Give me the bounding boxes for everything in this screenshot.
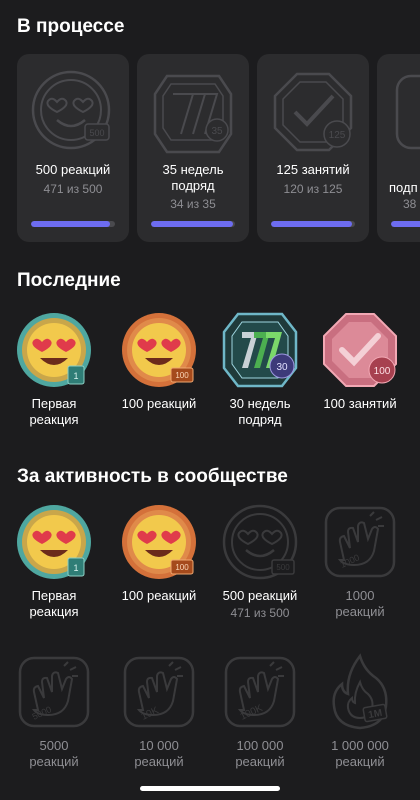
badge-progress-text: 471 из 500: [230, 606, 290, 620]
seven-weeks-outline-icon: 35: [153, 74, 233, 154]
emoji-heart-eyes-bronze-icon: 100: [122, 313, 196, 387]
progress-bar: [31, 221, 115, 227]
progress-card-125-sessions[interactable]: 125 125 занятий 120 из 125: [257, 54, 369, 242]
checkmark-outline-icon: 125: [273, 72, 353, 152]
progress-card-title: 125 занятий: [276, 162, 350, 177]
badge-label: 1 000 000 реакций: [331, 738, 389, 769]
section-title-in-progress: В процессе: [17, 16, 125, 37]
badge-label: 100 занятий: [323, 396, 397, 411]
progress-bar-fill: [31, 221, 111, 227]
partial-badge-icon: [395, 74, 420, 150]
progress-bar-fill: [271, 221, 352, 227]
badge-label: 30 недель подряд: [229, 396, 291, 427]
clapping-hands-outline-icon: 10K: [123, 656, 195, 728]
progress-bar: [391, 221, 420, 227]
community-badge-1000000-reactions[interactable]: 1M 1 000 000 реакций: [310, 652, 410, 770]
progress-card-title: 35 недель подряд: [162, 162, 224, 193]
badge-label: Первая реакция: [29, 396, 79, 427]
progress-card-count: 120 из 125: [283, 182, 343, 196]
community-badge-100-reactions[interactable]: 100 100 реакций: [109, 502, 209, 604]
progress-bar-fill: [151, 221, 233, 227]
seven-green-icon: 30: [222, 312, 298, 388]
emoji-heart-eyes-outline-icon: 500: [222, 504, 298, 580]
community-badge-1000-reactions[interactable]: 1000 1000 реакций: [310, 502, 410, 620]
emoji-heart-eyes-teal-icon: 1: [17, 505, 91, 579]
emoji-heart-eyes-bronze-icon: 100: [122, 505, 196, 579]
badge-tag: 500: [89, 128, 104, 138]
badge-tag: 35: [211, 126, 223, 137]
progress-card-count: 34 из 35: [170, 197, 216, 211]
badge-label: 100 000 реакций: [235, 738, 285, 769]
badge-label: 500 реакций: [222, 588, 298, 603]
badge-tag: 30: [276, 362, 288, 373]
progress-card-partial[interactable]: подп 38: [377, 54, 420, 242]
badge-tag: 1: [73, 371, 78, 381]
badge-tag: 100: [175, 371, 189, 380]
clapping-hands-outline-icon: 5000: [18, 656, 90, 728]
section-title-recent: Последние: [17, 270, 121, 291]
community-badge-500-reactions[interactable]: 500 500 реакций 471 из 500: [210, 502, 310, 620]
progress-card-35-weeks[interactable]: 35 35 недель подряд 34 из 35: [137, 54, 249, 242]
progress-card-count: 471 из 500: [43, 182, 103, 196]
emoji-heart-eyes-outline-icon: 500: [31, 70, 111, 150]
section-title-community: За активность в сообществе: [17, 466, 288, 487]
progress-card-count: 38: [403, 197, 417, 211]
community-badge-5000-reactions[interactable]: 5000 5000 реакций: [4, 652, 104, 770]
clapping-hands-outline-icon: 1000: [324, 506, 396, 578]
progress-card-title: подп: [389, 180, 418, 195]
emoji-heart-eyes-teal-icon: 1: [17, 313, 91, 387]
in-progress-carousel[interactable]: 500 500 реакций 471 из 500 35 35 недель …: [17, 54, 420, 244]
recent-badge-100-reactions[interactable]: 100 100 реакций: [109, 310, 209, 412]
badge-label: Первая реакция: [29, 588, 79, 619]
checkmark-pink-icon: 100: [323, 313, 397, 387]
badge-label: 5000 реакций: [29, 738, 79, 769]
badge-tag: 1: [73, 563, 78, 573]
progress-card-500-reactions[interactable]: 500 500 реакций 471 из 500: [17, 54, 129, 242]
progress-card-title: 500 реакций: [35, 162, 111, 177]
badge-label: 1000 реакций: [335, 588, 385, 619]
badge-label: 100 реакций: [121, 396, 197, 411]
recent-badge-100-sessions[interactable]: 100 100 занятий: [310, 310, 410, 412]
badge-tag: 125: [329, 130, 346, 141]
badge-tag: 5000: [31, 704, 53, 722]
clapping-hands-outline-icon: 100K: [224, 656, 296, 728]
community-badge-first-reaction[interactable]: 1 Первая реакция: [4, 502, 104, 620]
community-badge-10000-reactions[interactable]: 10K 10 000 реакций: [109, 652, 209, 770]
recent-badge-first-reaction[interactable]: 1 Первая реакция: [4, 310, 104, 428]
badge-tag: 100: [175, 563, 189, 572]
badge-label: 100 реакций: [121, 588, 197, 603]
progress-bar: [271, 221, 355, 227]
flame-outline-icon: 1M: [332, 653, 388, 730]
badge-tag: 100: [374, 366, 391, 377]
progress-bar-fill: [391, 221, 420, 227]
progress-bar: [151, 221, 235, 227]
badge-label: 10 000 реакций: [134, 738, 184, 769]
home-indicator[interactable]: [140, 786, 280, 791]
community-badge-100000-reactions[interactable]: 100K 100 000 реакций: [210, 652, 310, 770]
recent-badge-30-weeks[interactable]: 30 30 недель подряд: [210, 310, 310, 428]
badge-tag: 500: [276, 563, 290, 572]
